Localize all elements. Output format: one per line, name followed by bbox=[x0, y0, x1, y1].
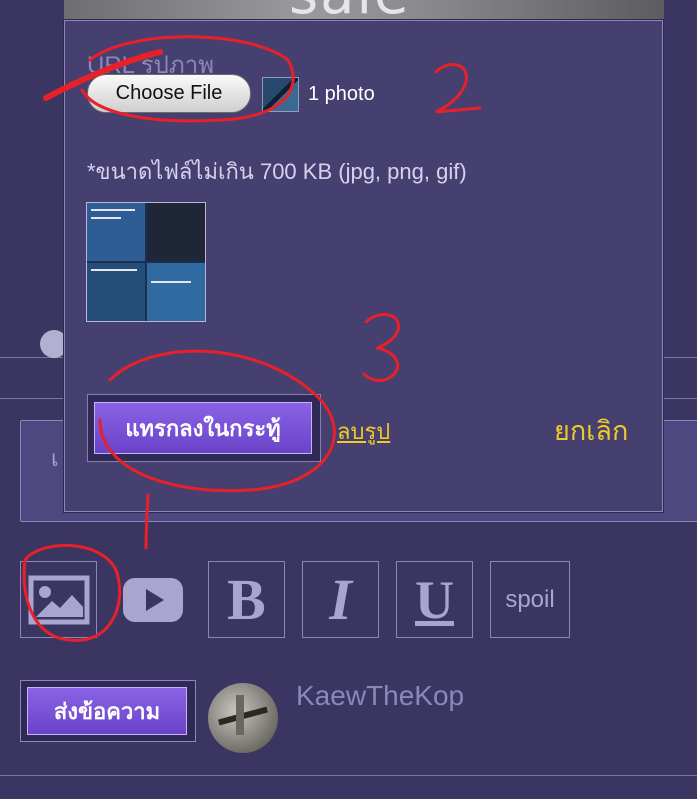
image-preview bbox=[86, 202, 206, 322]
underline-label: U bbox=[415, 569, 454, 630]
username[interactable]: KaewTheKop bbox=[296, 680, 464, 712]
textarea-placeholder: เ bbox=[51, 447, 59, 472]
italic-label: I bbox=[329, 567, 352, 632]
bold-label: B bbox=[227, 567, 266, 632]
delete-image-link[interactable]: ลบรูป bbox=[337, 414, 390, 449]
banner-image: sale bbox=[64, 0, 664, 22]
file-count: 1 photo bbox=[308, 83, 375, 105]
insert-into-post-button-frame: แทรกลงในกระทู้ bbox=[87, 394, 321, 462]
send-message-button[interactable]: ส่งข้อความ bbox=[27, 687, 187, 735]
underline-button[interactable]: U bbox=[396, 561, 473, 638]
insert-video-button[interactable] bbox=[114, 561, 191, 638]
banner-text: sale bbox=[289, 0, 411, 22]
insert-into-post-button[interactable]: แทรกลงในกระทู้ bbox=[94, 402, 312, 454]
file-size-note: *ขนาดไฟล์ไม่เกิน 700 KB (jpg, png, gif) bbox=[87, 159, 467, 184]
image-icon bbox=[28, 575, 89, 624]
youtube-play-icon bbox=[122, 577, 183, 622]
send-message-button-frame: ส่งข้อความ bbox=[20, 680, 196, 742]
spoil-button[interactable]: spoil bbox=[490, 561, 570, 638]
divider bbox=[0, 775, 697, 776]
avatar[interactable] bbox=[208, 683, 278, 753]
cancel-link[interactable]: ยกเลิก bbox=[554, 409, 628, 452]
choose-file-button[interactable]: Choose File bbox=[87, 74, 251, 113]
insert-image-button[interactable] bbox=[20, 561, 97, 638]
italic-button[interactable]: I bbox=[302, 561, 379, 638]
image-upload-modal: URL รูปภาพ Choose File 1 photo *ขนาดไฟล์… bbox=[64, 20, 663, 512]
selected-file-thumbnail bbox=[262, 77, 299, 112]
spoil-label: spoil bbox=[505, 585, 555, 613]
bold-button[interactable]: B bbox=[208, 561, 285, 638]
